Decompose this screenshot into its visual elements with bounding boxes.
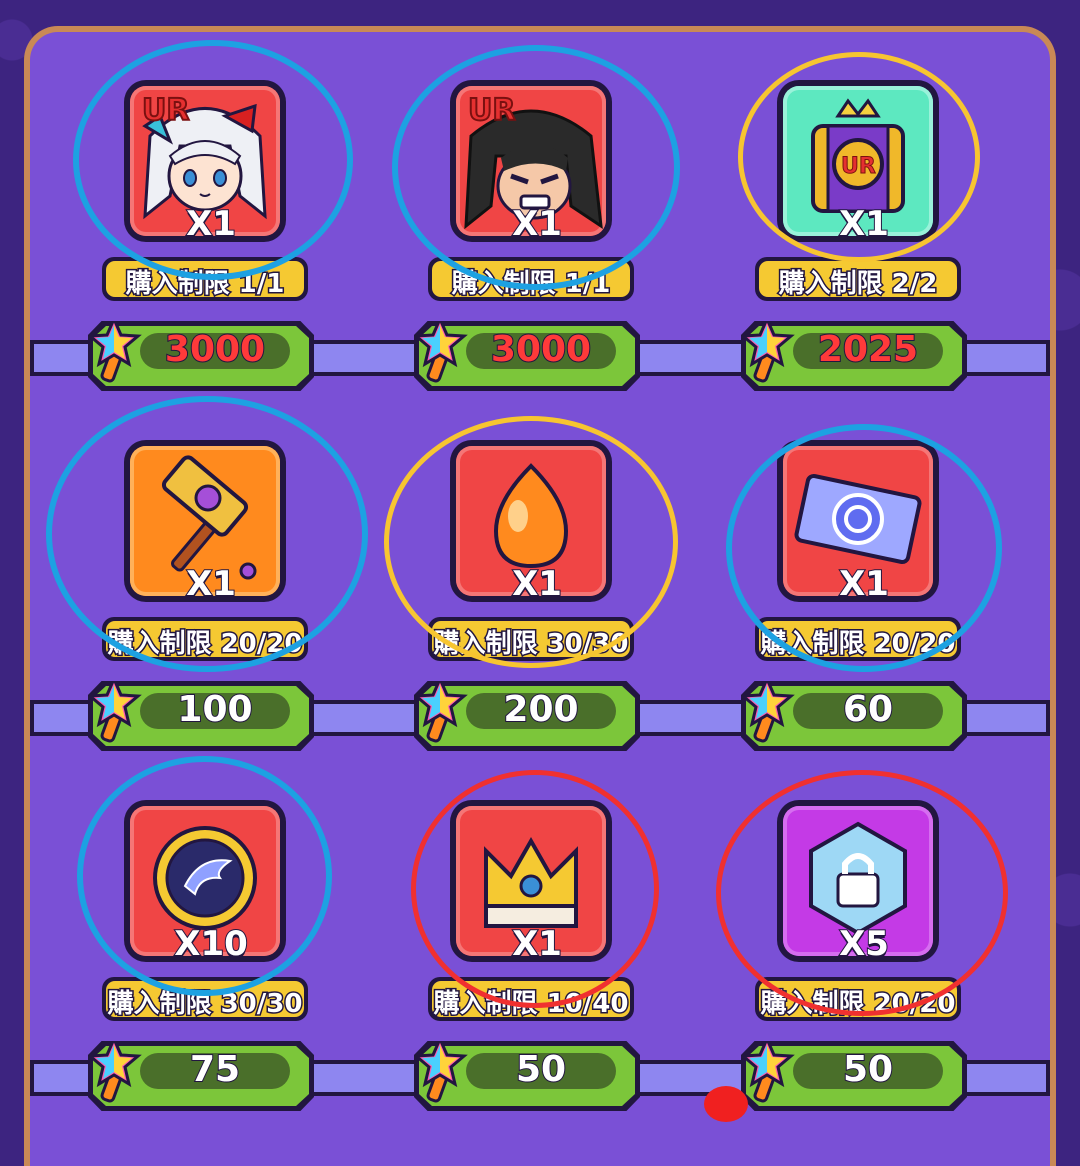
- price-button[interactable]: 100: [88, 681, 314, 751]
- rainbow-star-wand-icon: [88, 681, 146, 745]
- golden-hammer-icon: X1: [130, 446, 280, 596]
- item-quantity: X1: [511, 563, 563, 596]
- price-button[interactable]: 60: [741, 681, 967, 751]
- shop-item-wing-medal[interactable]: X10 購入制限 30/30 75: [29, 745, 349, 1111]
- svg-text:UR: UR: [468, 93, 515, 128]
- price-button[interactable]: 3000: [88, 321, 314, 391]
- item-quantity: X1: [838, 563, 890, 596]
- rainbow-star-wand-icon: [741, 321, 799, 385]
- shop-item-hammer[interactable]: X1 購入制限 20/20 100: [29, 385, 349, 751]
- ur-treasure-chest-icon: UR X1: [783, 86, 933, 236]
- item-quantity: X1: [511, 203, 563, 236]
- purchase-limit-badge: 購入制限 30/30: [102, 977, 308, 1021]
- item-quantity: X5: [838, 923, 890, 956]
- orange-essence-drop-icon: X1: [456, 446, 606, 596]
- price-button[interactable]: 3000: [414, 321, 640, 391]
- price-button[interactable]: 50: [414, 1041, 640, 1111]
- item-quantity: X1: [838, 203, 890, 236]
- rainbow-star-wand-icon: [741, 681, 799, 745]
- rainbow-star-wand-icon: [414, 681, 472, 745]
- price-value: 50: [842, 1048, 894, 1091]
- price-value: 200: [502, 688, 579, 731]
- ur-character-warrior-icon: UR X1: [456, 86, 606, 236]
- rainbow-star-wand-icon: [88, 1041, 146, 1105]
- shop-item-lock[interactable]: X5 購入制限 20/20 50: [682, 745, 1002, 1111]
- price-value: 2025: [817, 328, 919, 371]
- item-quantity: X1: [511, 923, 563, 956]
- shop-item-ur-chest[interactable]: UR X1 購入制限 2/2 2025: [682, 25, 1002, 391]
- purchase-limit-badge: 購入制限 1/1: [428, 257, 634, 301]
- rainbow-star-wand-icon: [414, 321, 472, 385]
- price-value: 60: [842, 688, 894, 731]
- crown-icon: X1: [456, 806, 606, 956]
- annotation-dot-red: [704, 1086, 748, 1122]
- item-quantity: X10: [173, 923, 249, 956]
- purchase-limit-badge: 購入制限 2/2: [755, 257, 961, 301]
- price-button[interactable]: 2025: [741, 321, 967, 391]
- lock-hexagon-icon: X5: [783, 806, 933, 956]
- item-quantity: X1: [185, 563, 237, 596]
- shop-item-ur-girl[interactable]: UR X1 購入制限 1/1 3000: [29, 25, 349, 391]
- purchase-limit-badge: 購入制限 10/40: [428, 977, 634, 1021]
- price-button[interactable]: 200: [414, 681, 640, 751]
- price-value: 50: [515, 1048, 567, 1091]
- price-value: 100: [176, 688, 253, 731]
- shop-item-orange-drop[interactable]: X1 購入制限 30/30 200: [355, 385, 675, 751]
- shop-item-ticket[interactable]: X1 購入制限 20/20 60: [682, 385, 1002, 751]
- item-quantity: X1: [185, 203, 237, 236]
- purchase-limit-badge: 購入制限 20/20: [755, 977, 961, 1021]
- price-button[interactable]: 50: [741, 1041, 967, 1111]
- price-value: 3000: [164, 328, 266, 371]
- purchase-limit-badge: 購入制限 1/1: [102, 257, 308, 301]
- swirl-ticket-icon: X1: [783, 446, 933, 596]
- svg-text:UR: UR: [142, 93, 189, 128]
- shop-item-crown[interactable]: X1 購入制限 10/40 50: [355, 745, 675, 1111]
- wing-medal-icon: X10: [130, 806, 280, 956]
- purchase-limit-badge: 購入制限 20/20: [755, 617, 961, 661]
- price-value: 3000: [490, 328, 592, 371]
- ur-character-girl-icon: UR X1: [130, 86, 280, 236]
- rainbow-star-wand-icon: [88, 321, 146, 385]
- price-button[interactable]: 75: [88, 1041, 314, 1111]
- purchase-limit-badge: 購入制限 20/20: [102, 617, 308, 661]
- svg-text:UR: UR: [841, 154, 876, 179]
- shop-item-ur-warrior[interactable]: UR X1 購入制限 1/1 3000: [355, 25, 675, 391]
- rainbow-star-wand-icon: [414, 1041, 472, 1105]
- purchase-limit-badge: 購入制限 30/30: [428, 617, 634, 661]
- price-value: 75: [189, 1048, 241, 1091]
